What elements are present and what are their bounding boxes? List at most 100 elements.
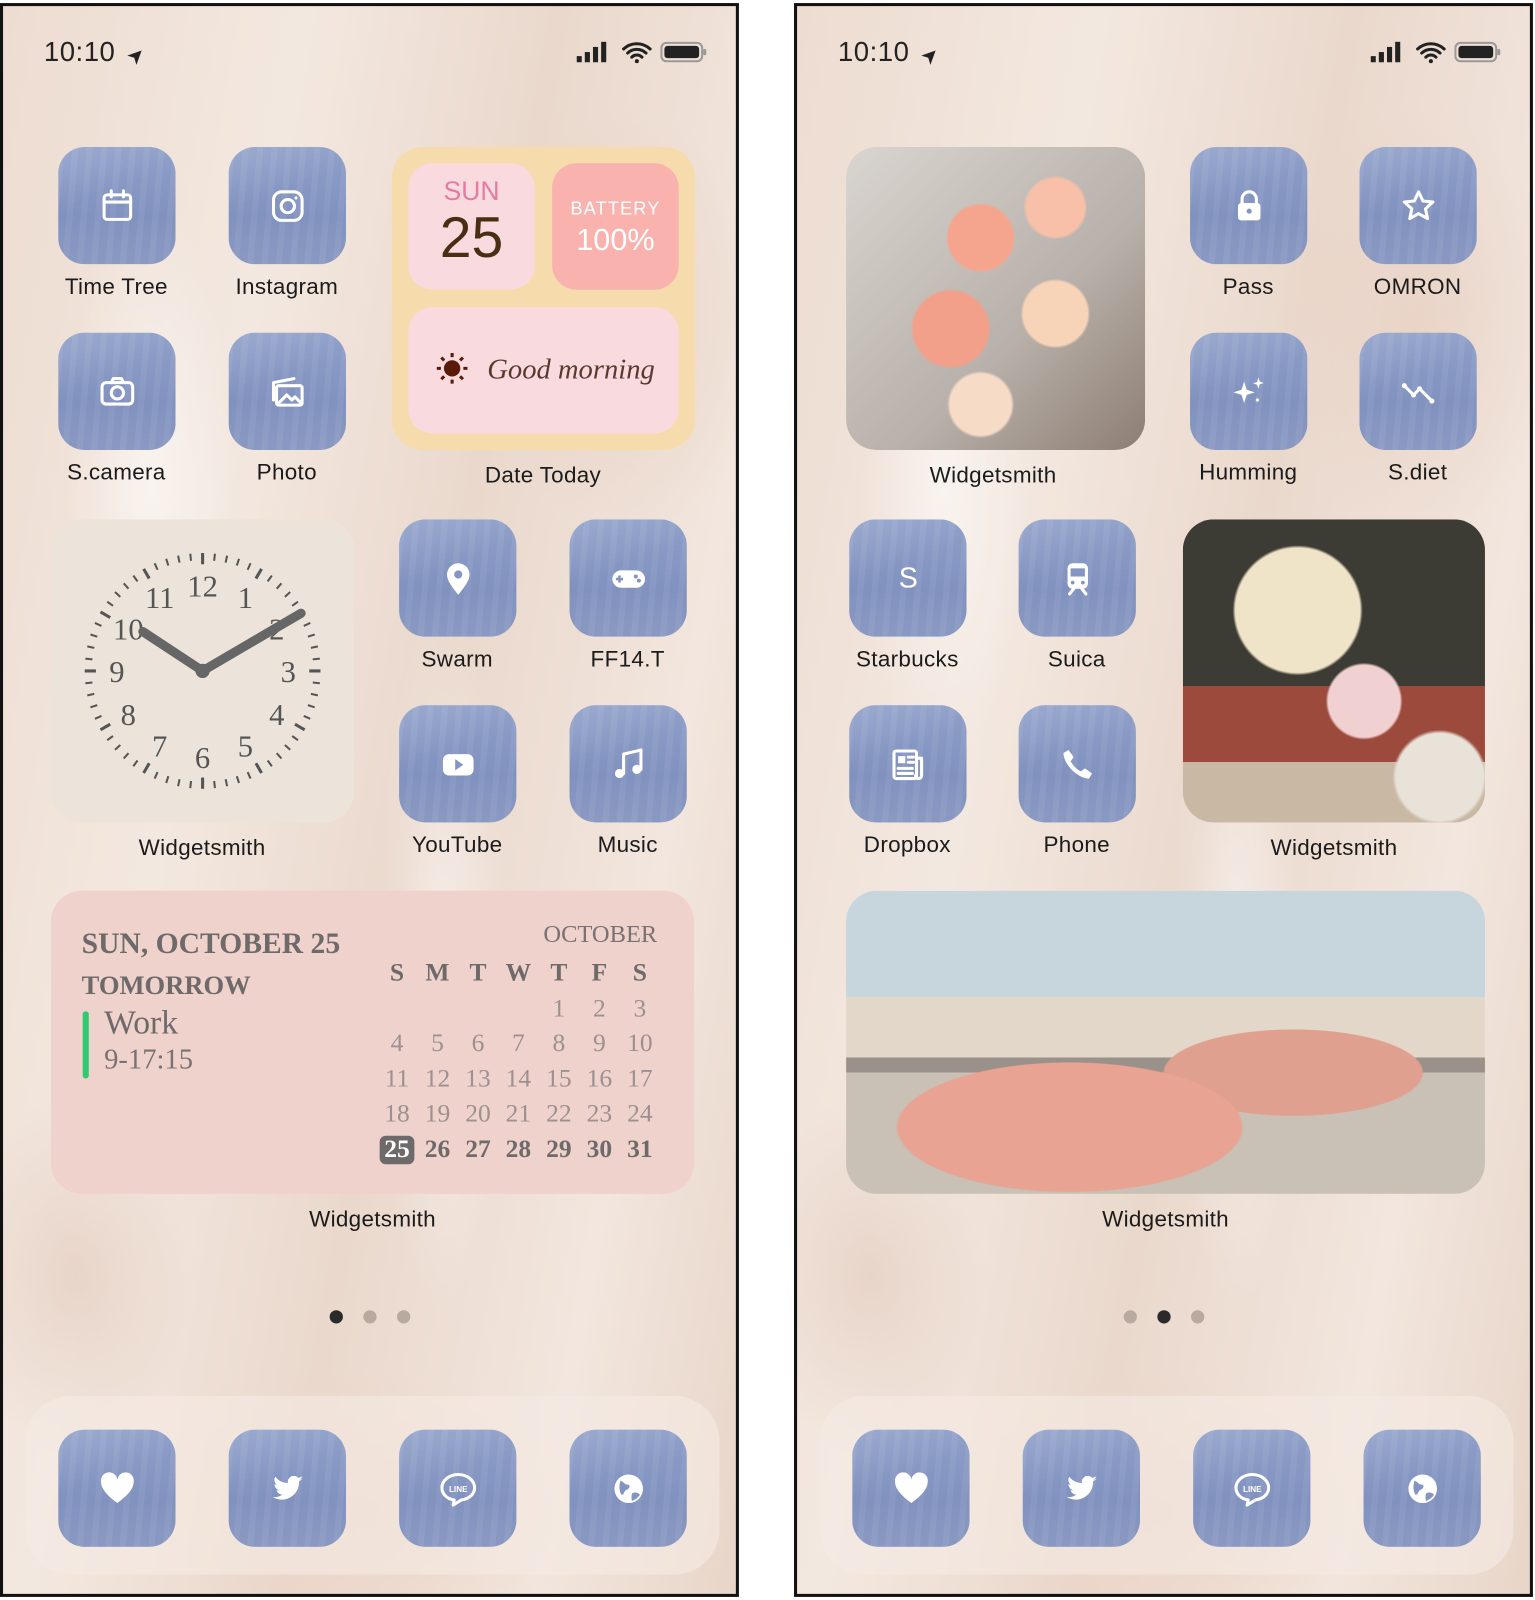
app-omron[interactable] [1359,146,1477,265]
heart-icon [96,1468,137,1509]
phone-screen-2: 10:10 ➤ Pass OMRON Humming S.diet S Starbucks Su… [794,3,1533,1597]
calendar-day[interactable]: 24 [623,1100,658,1129]
page-dot[interactable] [1156,1310,1171,1324]
calendar-day[interactable]: 2 [582,995,617,1024]
page-indicator[interactable] [797,1310,1530,1324]
app-s-camera[interactable] [58,332,176,450]
app-ff14-t[interactable] [569,519,687,637]
wifi-icon [1416,41,1447,69]
app-pass[interactable] [1190,146,1308,265]
app-swarm[interactable] [399,519,517,637]
calendar-day[interactable]: 3 [623,995,658,1024]
calendar-day[interactable]: 31 [623,1135,658,1164]
lock-icon [1228,185,1269,226]
event-title[interactable]: Work [104,1005,178,1043]
calendar-day[interactable]: 19 [420,1100,455,1129]
calendar-day[interactable]: 20 [461,1100,496,1129]
dock-twitter-app[interactable] [1022,1429,1141,1547]
calendar-widget[interactable]: SUN, OCTOBER 25 TOMORROW Work 9-17:15 OCTOBE… [51,890,695,1194]
calendar-day[interactable]: 18 [380,1100,415,1129]
battery-icon [1454,41,1501,69]
app-dropbox[interactable] [849,705,967,823]
calendar-day[interactable]: 23 [582,1100,617,1129]
app-label: FF14.T [590,645,665,672]
calendar-day[interactable]: 9 [582,1030,617,1059]
weekday: T [469,959,487,987]
calendar-day[interactable]: 21 [501,1100,536,1129]
app-s-diet[interactable] [1359,332,1477,450]
widget-label: Widgetsmith [929,462,1057,488]
app-starbucks[interactable]: S [849,519,967,637]
app-suica[interactable] [1018,519,1136,637]
calendar-day[interactable]: 26 [420,1135,455,1164]
calendar-day[interactable]: 6 [461,1030,496,1059]
calendar-day[interactable]: 15 [542,1065,577,1094]
calendar-day[interactable]: 13 [461,1065,496,1094]
svg-text:LINE: LINE [448,1484,467,1493]
weekday: S [632,959,647,987]
calendar-day[interactable]: 4 [380,1030,415,1059]
calendar-day-today[interactable]: 25 [379,1135,415,1165]
calendar-day[interactable]: 12 [420,1065,455,1094]
battery-cell: BATTERY 100% [552,163,679,290]
calendar-day[interactable]: 7 [501,1030,536,1059]
calendar-day[interactable]: 8 [542,1030,577,1059]
calendar-day[interactable]: 1 [542,995,577,1024]
date-today-widget[interactable]: SUN 25 BATTERY 100% Good morning [391,146,696,450]
calendar-day[interactable]: 22 [542,1100,577,1129]
calendar-day[interactable]: 14 [501,1065,536,1094]
dock-line-app[interactable]: LINE [399,1429,517,1547]
battery-icon [660,41,707,69]
photo-widget-flowers[interactable] [846,146,1146,450]
calendar-date-heading: SUN, OCTOBER 25 [81,927,341,961]
page-dot[interactable] [329,1310,343,1324]
status-icons [1370,41,1502,69]
page-dot[interactable] [1123,1310,1137,1324]
app-label: S.diet [1387,459,1448,485]
greeting-text: Good morning [487,354,655,386]
calendar-day[interactable]: 29 [542,1135,577,1164]
screenshot-pair: 10:10 ➤ Time Tree Instagram S.camera Photo Swa… [0,0,1535,1600]
dock-globe-app[interactable] [1363,1429,1481,1547]
photo-widget-vintage-cars[interactable] [846,890,1485,1194]
photo-widget-globe[interactable] [1182,519,1485,823]
week-row: 11 12 13 14 15 16 17 [380,1062,658,1097]
calendar-day[interactable]: 16 [582,1065,617,1094]
app-photo[interactable] [228,332,346,450]
clock-numeral: 9 [109,655,124,689]
calendar-day[interactable]: 28 [501,1135,536,1164]
dock-globe-app[interactable] [569,1429,687,1547]
weekday: T [550,959,568,987]
dock-heart-app[interactable] [852,1429,970,1547]
app-humming[interactable] [1190,332,1308,450]
app-instagram[interactable] [228,146,346,265]
dock-twitter-app[interactable] [228,1429,346,1547]
clock-widget[interactable]: 121234567891011 [51,519,355,823]
calendar-day[interactable]: 27 [461,1135,496,1164]
widget-label: Widgetsmith [1270,834,1398,861]
dock-line-app[interactable]: LINE [1193,1429,1311,1547]
star-icon [1398,185,1439,226]
calendar-day[interactable]: 5 [420,1030,455,1059]
dock-heart-app[interactable] [58,1429,176,1547]
page-dot[interactable] [396,1310,410,1324]
tomorrow-heading: TOMORROW [81,970,251,1000]
app-label: OMRON [1373,273,1462,299]
dock: LINE [25,1395,720,1575]
app-music[interactable] [569,705,687,823]
app-label: Photo [256,459,317,485]
calendar-day[interactable]: 17 [623,1065,658,1094]
calendar-day[interactable]: 10 [623,1030,658,1059]
page-dot[interactable] [362,1310,377,1324]
app-youtube[interactable] [399,705,517,823]
calendar-day[interactable]: 30 [582,1135,617,1164]
app-time-tree[interactable] [58,146,176,265]
app-phone[interactable] [1018,705,1136,823]
page-dot[interactable] [1190,1310,1204,1324]
calendar-day[interactable]: 11 [380,1065,415,1094]
page-indicator[interactable] [3,1310,736,1324]
camera-icon [96,371,137,412]
weekday-header: SMTWTFS [380,956,658,991]
month-grid: OCTOBER S M T W T F S 1 2 3 4 5 6 7 8 9 10 11 12 13 14 15 16 17 1… [379,921,658,1167]
location-arrow-icon: ➤ [122,41,151,70]
